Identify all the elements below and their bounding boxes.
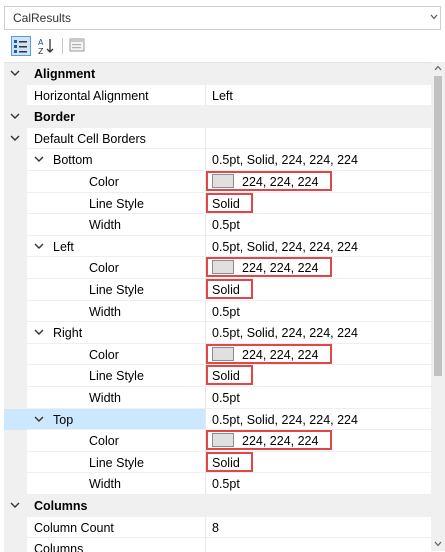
property-value[interactable]: 0.5pt bbox=[212, 391, 240, 405]
property-name: Top bbox=[53, 412, 74, 427]
category-border[interactable]: Border bbox=[4, 106, 431, 128]
chevron-up-icon[interactable] bbox=[434, 65, 442, 71]
property-value[interactable]: 224, 224, 224 bbox=[242, 261, 318, 275]
property-row-color[interactable]: Color 224, 224, 224 bbox=[4, 171, 431, 193]
category-label: Alignment bbox=[34, 67, 96, 81]
category-alignment[interactable]: Alignment bbox=[4, 63, 431, 85]
property-name: Right bbox=[53, 326, 83, 341]
property-toolbar: A Z bbox=[4, 34, 441, 60]
property-name: Left bbox=[53, 239, 74, 254]
svg-text:Z: Z bbox=[38, 47, 44, 56]
property-name: Column Count bbox=[34, 520, 114, 535]
svg-text:A: A bbox=[38, 38, 44, 47]
property-name: Line Style bbox=[89, 196, 144, 211]
property-row-color[interactable]: Color 224, 224, 224 bbox=[4, 343, 431, 366]
property-value[interactable]: 224, 224, 224 bbox=[242, 434, 318, 448]
property-value-empty bbox=[205, 538, 431, 552]
property-name: Color bbox=[89, 434, 119, 449]
property-row-width[interactable]: Width 0.5pt bbox=[4, 300, 431, 323]
property-value[interactable]: 224, 224, 224 bbox=[242, 348, 318, 362]
toolbar-separator bbox=[62, 38, 63, 54]
property-value[interactable]: Solid bbox=[212, 369, 240, 383]
chevron-down-icon[interactable] bbox=[430, 13, 438, 21]
object-selector[interactable]: CalResults bbox=[4, 6, 441, 30]
property-name: Width bbox=[89, 218, 121, 233]
property-name: Width bbox=[89, 391, 121, 405]
chevron-down-icon[interactable] bbox=[10, 112, 20, 120]
property-name: Line Style bbox=[89, 455, 144, 470]
property-row-column-count[interactable]: Column Count 8 bbox=[4, 516, 431, 539]
sort-az-icon: A Z bbox=[38, 38, 54, 56]
property-row-left[interactable]: Left 0.5pt, Solid, 224, 224, 224 bbox=[4, 235, 431, 258]
categorized-icon bbox=[14, 40, 27, 53]
property-name: Line Style bbox=[89, 283, 144, 297]
color-swatch[interactable] bbox=[212, 174, 234, 188]
chevron-down-icon[interactable] bbox=[34, 328, 44, 336]
category-columns[interactable]: Columns bbox=[4, 495, 431, 517]
property-value[interactable]: 0.5pt bbox=[212, 218, 240, 232]
property-row-default-cell-borders[interactable]: Default Cell Borders bbox=[4, 127, 431, 150]
property-row-horizontal-alignment[interactable]: Horizontal Alignment Left bbox=[4, 84, 431, 107]
property-value[interactable]: 0.5pt, Solid, 224, 224, 224 bbox=[212, 326, 358, 340]
property-value[interactable]: 224, 224, 224 bbox=[242, 175, 318, 189]
alphabetical-button[interactable]: A Z bbox=[36, 36, 56, 56]
property-name: Width bbox=[89, 477, 121, 492]
scrollbar-thumb[interactable] bbox=[434, 76, 442, 376]
property-name: Color bbox=[89, 261, 119, 276]
chevron-down-icon[interactable] bbox=[10, 501, 20, 509]
color-swatch[interactable] bbox=[212, 346, 234, 361]
property-grid: Alignment Horizontal Alignment Left Bord… bbox=[4, 62, 431, 552]
color-swatch[interactable] bbox=[212, 433, 234, 448]
color-swatch[interactable] bbox=[212, 260, 234, 275]
property-value[interactable]: 0.5pt bbox=[212, 477, 240, 491]
property-row-right[interactable]: Right 0.5pt, Solid, 224, 224, 224 bbox=[4, 322, 431, 344]
chevron-down-icon[interactable] bbox=[34, 415, 44, 423]
chevron-down-icon[interactable] bbox=[34, 242, 44, 250]
property-value-empty bbox=[205, 127, 431, 150]
property-row-color[interactable]: Color 224, 224, 224 bbox=[4, 257, 431, 279]
property-row-line-style[interactable]: Line Style Solid bbox=[4, 451, 431, 474]
property-row-line-style[interactable]: Line Style Solid bbox=[4, 192, 431, 215]
property-value[interactable]: 0.5pt, Solid, 224, 224, 224 bbox=[212, 413, 358, 427]
property-row-columns[interactable]: Columns bbox=[4, 538, 431, 552]
property-value[interactable]: Solid bbox=[212, 283, 240, 297]
property-value[interactable]: 8 bbox=[212, 521, 219, 535]
chevron-down-icon[interactable] bbox=[10, 134, 20, 142]
property-row-width[interactable]: Width 0.5pt bbox=[4, 387, 431, 409]
property-row-color[interactable]: Color 224, 224, 224 bbox=[4, 430, 431, 452]
property-value[interactable]: 0.5pt, Solid, 224, 224, 224 bbox=[212, 240, 358, 254]
chevron-down-icon[interactable] bbox=[434, 541, 442, 547]
property-name: Color bbox=[89, 347, 119, 362]
property-pages-button[interactable] bbox=[68, 36, 88, 56]
property-row-width[interactable]: Width 0.5pt bbox=[4, 473, 431, 495]
chevron-down-icon[interactable] bbox=[34, 155, 44, 163]
property-value[interactable]: 0.5pt bbox=[212, 305, 240, 319]
property-value[interactable]: Solid bbox=[212, 197, 240, 211]
vertical-scrollbar[interactable] bbox=[431, 62, 445, 551]
object-selector-value: CalResults bbox=[13, 11, 72, 25]
property-value[interactable]: Left bbox=[212, 89, 233, 103]
categorized-button[interactable] bbox=[11, 36, 31, 56]
property-row-bottom[interactable]: Bottom 0.5pt, Solid, 224, 224, 224 bbox=[4, 149, 431, 171]
property-name: Bottom bbox=[53, 153, 93, 168]
property-row-line-style[interactable]: Line Style Solid bbox=[4, 365, 431, 387]
property-value[interactable]: 0.5pt, Solid, 224, 224, 224 bbox=[212, 153, 358, 167]
property-row-width[interactable]: Width 0.5pt bbox=[4, 214, 431, 236]
chevron-down-icon[interactable] bbox=[10, 69, 20, 77]
property-name: Color bbox=[89, 175, 119, 189]
property-pages-icon bbox=[69, 38, 85, 52]
property-value[interactable]: Solid bbox=[212, 456, 240, 470]
property-row-top[interactable]: Top 0.5pt, Solid, 224, 224, 224 bbox=[4, 408, 431, 431]
category-label: Border bbox=[34, 110, 75, 125]
property-name: Width bbox=[89, 304, 121, 319]
property-name: Line Style bbox=[89, 369, 144, 384]
property-name: Default Cell Borders bbox=[34, 131, 146, 146]
property-name: Horizontal Alignment bbox=[34, 88, 149, 103]
category-label: Columns bbox=[34, 499, 88, 513]
property-row-line-style[interactable]: Line Style Solid bbox=[4, 279, 431, 301]
